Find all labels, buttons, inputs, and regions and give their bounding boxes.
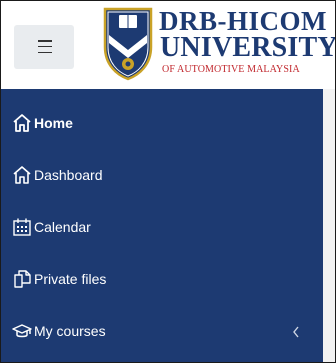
sidebar-item-label: Calendar <box>34 219 91 235</box>
sidebar-item-label: My courses <box>34 323 106 339</box>
menu-toggle-button[interactable] <box>14 25 74 69</box>
calendar-icon <box>12 217 32 237</box>
university-logo[interactable]: DRB-HICOM UNIVERSITY OF AUTOMOTIVE MALAY… <box>159 1 335 89</box>
main-content-area <box>323 89 335 362</box>
sidebar-nav: Home Dashboard Calendar Private files My… <box>1 89 323 362</box>
hamburger-menu-icon <box>38 40 52 54</box>
sidebar-item-home[interactable]: Home <box>1 97 323 149</box>
logo-line-3: OF AUTOMOTIVE MALAYSIA <box>162 64 300 75</box>
dashboard-home-icon <box>12 165 32 185</box>
sidebar-item-label: Home <box>34 115 73 131</box>
header: DRB-HICOM UNIVERSITY OF AUTOMOTIVE MALAY… <box>1 1 335 89</box>
logo-line-2: UNIVERSITY <box>160 32 336 63</box>
graduation-cap-icon <box>12 321 32 341</box>
home-icon <box>12 113 32 133</box>
sidebar-item-calendar[interactable]: Calendar <box>1 201 323 253</box>
files-icon <box>12 269 32 289</box>
sidebar-item-label: Private files <box>34 271 107 287</box>
chevron-left-icon[interactable] <box>292 325 300 338</box>
sidebar-item-my-courses[interactable]: My courses <box>1 305 323 357</box>
sidebar-item-dashboard[interactable]: Dashboard <box>1 149 323 201</box>
app-frame: DRB-HICOM UNIVERSITY OF AUTOMOTIVE MALAY… <box>0 0 336 363</box>
sidebar-item-label: Dashboard <box>34 167 103 183</box>
sidebar-item-private-files[interactable]: Private files <box>1 253 323 305</box>
university-crest-icon <box>101 5 155 81</box>
